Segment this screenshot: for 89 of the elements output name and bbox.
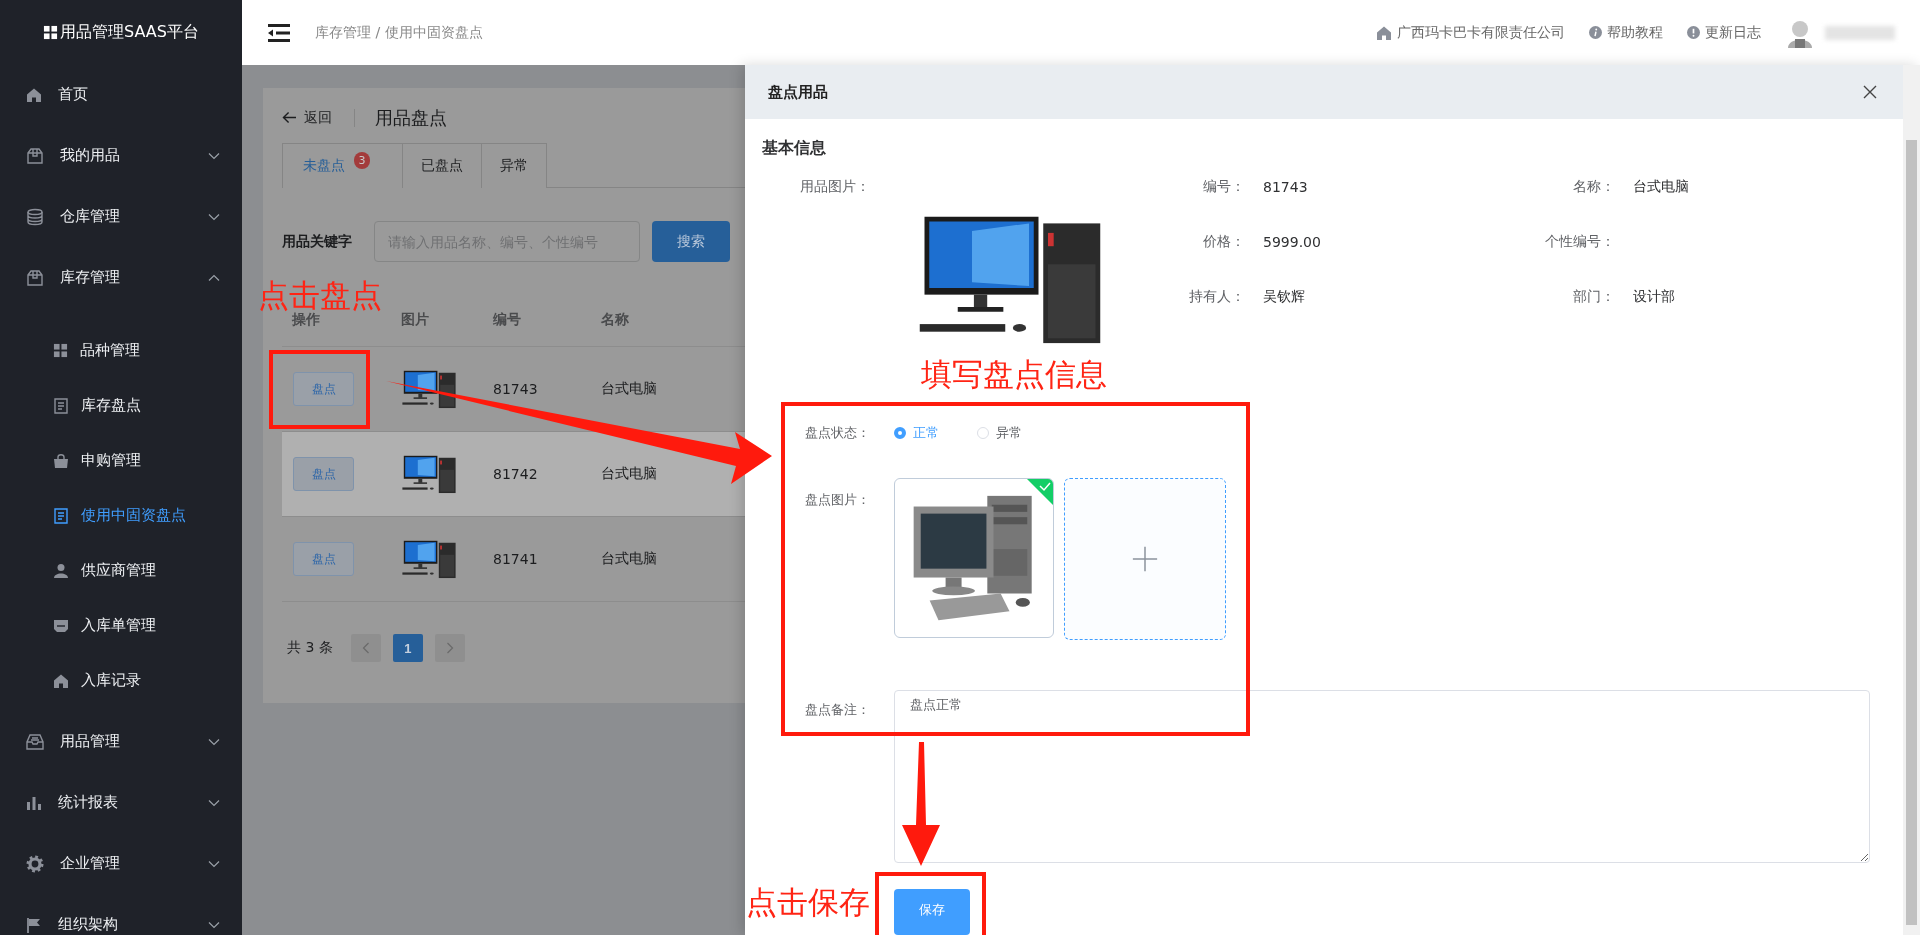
- header-link[interactable]: 帮助教程: [1589, 23, 1663, 42]
- column-header: 编号: [483, 294, 591, 347]
- field-label: 盘点状态：: [804, 424, 871, 442]
- header-link[interactable]: 更新日志: [1687, 23, 1761, 42]
- field-label: 持有人：: [1188, 287, 1246, 306]
- menu-icon: [53, 343, 68, 358]
- chevron-left-icon: [361, 642, 370, 654]
- menu-icon: [53, 617, 69, 634]
- tab[interactable]: 已盘点: [403, 143, 482, 188]
- annotation-label: 点击盘点: [258, 277, 382, 313]
- field-label: 部门：: [1572, 287, 1616, 306]
- remark-field[interactable]: 盘点正常: [894, 690, 1870, 863]
- close-button[interactable]: [1863, 85, 1877, 99]
- menu-icon: [26, 854, 44, 873]
- field-value: 5999.00: [1262, 233, 1322, 250]
- menu-icon: [53, 672, 69, 689]
- scrollbar[interactable]: [1903, 65, 1920, 935]
- menu-icon: [26, 732, 44, 751]
- sidebar-subitem[interactable]: 供应商管理: [0, 543, 242, 598]
- menu-icon: [26, 86, 42, 103]
- menu-icon: [26, 794, 42, 811]
- field-label: 编号：: [1202, 177, 1246, 196]
- table-row[interactable]: 盘点 81741 台式电脑: [282, 516, 745, 602]
- back-button[interactable]: 返回: [282, 108, 332, 127]
- info-icon: [1589, 26, 1602, 39]
- plus-icon: [1131, 545, 1159, 573]
- alert-icon: [1687, 26, 1700, 39]
- annotation-label: 填写盘点信息: [921, 356, 1107, 392]
- menu-icon[interactable]: [268, 23, 290, 42]
- field-label: 个性编号：: [1544, 232, 1616, 251]
- column-header: 图片: [391, 294, 483, 347]
- sidebar-subitem[interactable]: 入库单管理: [0, 598, 242, 653]
- sidebar-item[interactable]: 用品管理: [0, 711, 242, 772]
- menu-icon: [53, 452, 69, 469]
- app-title: 用品管理SAAS平台: [60, 21, 199, 43]
- field-label: 用品图片：: [799, 177, 871, 196]
- next-page-button[interactable]: [434, 634, 465, 662]
- sidebar-subitem[interactable]: 入库记录: [0, 653, 242, 708]
- search-button[interactable]: 搜索: [652, 221, 730, 262]
- close-icon: [1863, 85, 1877, 99]
- total-count: 共 3 条: [287, 639, 333, 657]
- sidebar-subitem[interactable]: 使用中固资盘点: [0, 488, 242, 543]
- menu-icon: [26, 916, 42, 933]
- radio-option[interactable]: 异常: [977, 424, 1022, 442]
- sidebar-item[interactable]: 统计报表: [0, 772, 242, 833]
- sidebar-subitem[interactable]: 品种管理: [0, 323, 242, 378]
- menu-icon: [26, 146, 44, 165]
- drawer-title: 盘点用品: [768, 82, 828, 102]
- menu-icon: [26, 207, 44, 226]
- breadcrumb: 库存管理 / 使用中固资盘点: [315, 23, 483, 42]
- sidebar-subitem[interactable]: 库存盘点: [0, 378, 242, 433]
- prev-page-button[interactable]: [350, 634, 381, 662]
- table-cell: 81741: [483, 516, 591, 602]
- chevron-right-icon: [445, 642, 454, 654]
- search-label: 用品关键字: [282, 232, 353, 251]
- menu-icon: [53, 507, 69, 524]
- page-button[interactable]: 1: [392, 634, 423, 662]
- sidebar-item[interactable]: 仓库管理: [0, 186, 242, 247]
- sidebar-item[interactable]: 企业管理: [0, 833, 242, 894]
- count-badge: 3: [354, 151, 370, 169]
- sidebar-item[interactable]: 组织架构: [0, 894, 242, 935]
- back-arrow-icon: [282, 111, 297, 124]
- field-label: 盘点备注：: [804, 701, 871, 719]
- field-label: 盘点图片：: [804, 491, 871, 509]
- menu-icon: [53, 562, 69, 579]
- sidebar-item[interactable]: 库存管理: [0, 247, 242, 308]
- table-cell: 81742: [483, 431, 591, 517]
- field-value: 81743: [1262, 178, 1309, 195]
- annotation-label: 点击保存: [746, 884, 870, 920]
- field-label: 价格：: [1202, 232, 1246, 251]
- menu-icon: [26, 268, 44, 287]
- sidebar-item[interactable]: 我的用品: [0, 125, 242, 186]
- home-icon: [1376, 24, 1392, 41]
- field-value: 吴钦辉: [1262, 287, 1306, 306]
- table-row[interactable]: 盘点 81742 台式电脑: [282, 431, 745, 517]
- tab[interactable]: 异常: [482, 143, 547, 188]
- menu-icon: [53, 397, 69, 414]
- header-link[interactable]: 广西玛卡巴卡有限责任公司: [1376, 23, 1565, 42]
- sidebar-subitem[interactable]: 申购管理: [0, 433, 242, 488]
- redacted-name-block: [1825, 25, 1895, 40]
- field-value: 台式电脑: [1632, 177, 1690, 196]
- field-label: 名称：: [1572, 177, 1616, 196]
- sidebar-item[interactable]: 首页: [0, 64, 242, 125]
- page-title: 用品盘点: [375, 105, 447, 130]
- section-heading: 基本信息: [762, 137, 827, 159]
- upload-button[interactable]: [1064, 478, 1226, 640]
- field-value: 设计部: [1632, 287, 1676, 306]
- logo-icon: [43, 24, 58, 40]
- tab[interactable]: 未盘点 3: [282, 143, 403, 188]
